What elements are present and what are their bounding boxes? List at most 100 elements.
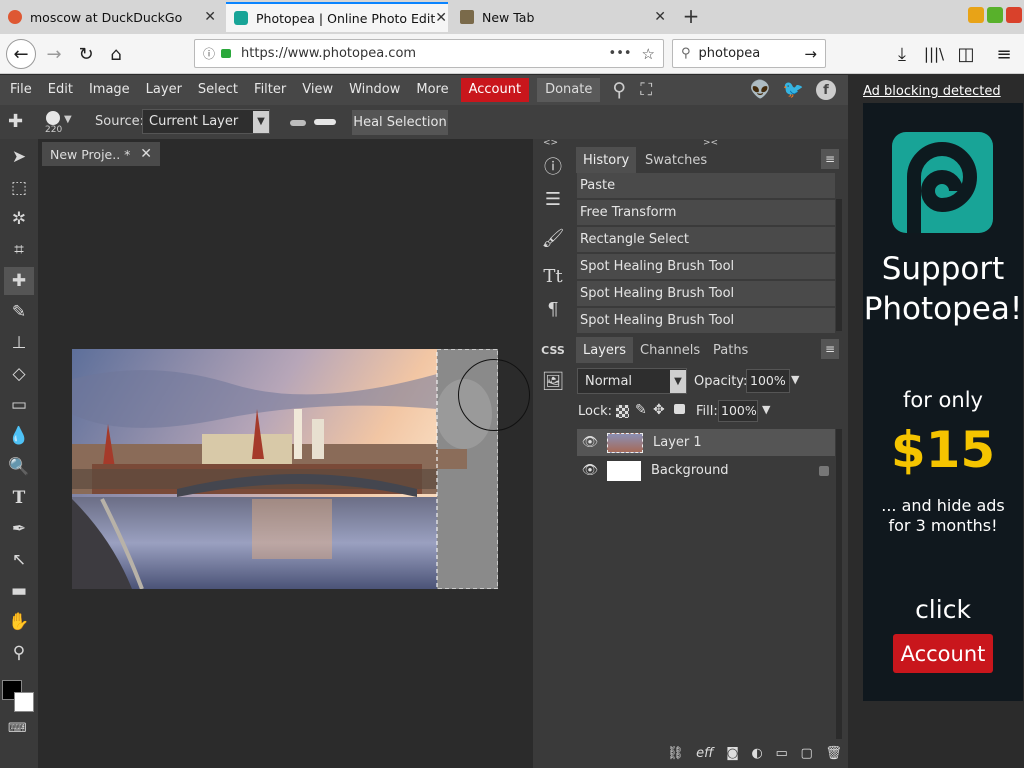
effects-icon[interactable]: eff [696,746,713,761]
brush-settings-icon[interactable]: 🖌 [537,223,569,253]
crop-tool-icon[interactable]: ⌗ [4,236,34,264]
visibility-eye-icon[interactable]: 👁 [577,435,603,450]
tab-photopea[interactable]: Photopea | Online Photo Edit ✕ [226,2,448,32]
opacity-input[interactable]: 100% [746,369,790,393]
back-arrow-icon[interactable]: ← [6,39,36,69]
new-layer-icon[interactable]: ▢ [800,746,812,761]
source-select[interactable]: Current Layer ▼ [142,109,270,134]
layer-row-background[interactable]: 👁 Background [577,457,835,484]
layer-row-layer-1[interactable]: 👁 Layer 1 [577,429,835,456]
tab-new-tab[interactable]: New Tab ✕ [452,2,674,32]
zoom-tool-icon[interactable]: ⚲ [4,639,34,667]
shape-tool-icon[interactable]: ▬ [4,577,34,605]
url-text[interactable]: https://www.photopea.com [241,46,416,61]
chevron-down-icon[interactable]: ▼ [253,110,269,133]
info-icon[interactable]: ⓘ [203,45,215,62]
blur-tool-icon[interactable]: 💧 [4,422,34,450]
visibility-eye-icon[interactable]: 👁 [577,463,603,478]
lock-position-icon[interactable]: ✥ [653,402,665,418]
tab-layers[interactable]: Layers [576,337,634,363]
opacity-dropdown-icon[interactable]: ▼ [791,373,799,386]
character-icon[interactable]: Tt [537,261,569,291]
account-button[interactable]: Account [460,78,530,102]
sample-mode-1-icon[interactable] [290,120,306,126]
paragraph-icon[interactable]: ¶ [537,294,569,324]
ad-banner[interactable]: Support Photopea! for only $15 ... and h… [863,103,1023,701]
spot-healing-tool-icon[interactable]: ✚ [8,111,36,135]
rectangle-select-tool-icon[interactable]: ⬚ [4,174,34,202]
bookmark-star-icon[interactable]: ☆ [642,45,655,63]
keyboard-icon[interactable]: ⌨ [8,721,27,736]
tab-duckduckgo[interactable]: moscow at DuckDuckGo ✕ [0,2,224,32]
adjustment-layer-icon[interactable]: ◐ [752,746,763,761]
pen-tool-icon[interactable]: ✒ [4,515,34,543]
maximize-window-button[interactable] [987,7,1003,23]
menu-file[interactable]: File [2,78,40,102]
reload-icon[interactable]: ↻ [74,42,98,66]
ad-account-button[interactable]: Account [893,634,993,673]
home-icon[interactable]: ⌂ [104,42,128,66]
clone-stamp-tool-icon[interactable]: ⊥ [4,329,34,357]
menu-layer[interactable]: Layer [138,78,190,102]
info-icon[interactable]: ⓘ [537,151,569,181]
close-tab-icon[interactable]: ✕ [654,9,666,25]
layers-scrollbar[interactable] [836,429,842,739]
hand-tool-icon[interactable]: ✋ [4,608,34,636]
link-layers-icon[interactable]: ⛓ [667,746,684,761]
history-item[interactable]: Spot Healing Brush Tool [577,254,835,280]
tab-channels[interactable]: Channels [633,337,707,363]
chevron-down-icon[interactable]: ▼ [670,369,686,393]
brush-tool-icon[interactable]: ✎ [4,298,34,326]
background-color-swatch[interactable] [14,692,34,712]
magic-wand-tool-icon[interactable]: ✲ [4,205,34,233]
tab-swatches[interactable]: Swatches [638,147,714,173]
page-actions-icon[interactable]: ••• [609,46,632,61]
collapse-strip-icon[interactable]: <> [543,138,558,148]
layers-panel-menu-icon[interactable]: ≡ [821,339,839,359]
sample-mode-2-icon[interactable] [314,119,336,125]
heal-selection-button[interactable]: Heal Selection [352,110,448,135]
fullscreen-icon[interactable]: ⛶ [640,80,652,100]
history-item[interactable]: Free Transform [577,200,835,226]
history-scrollbar[interactable] [836,199,842,331]
donate-button[interactable]: Donate [537,78,601,102]
menu-edit[interactable]: Edit [40,78,81,102]
close-window-button[interactable] [1006,7,1022,23]
dodge-tool-icon[interactable]: 🔍 [4,453,34,481]
new-folder-icon[interactable]: ▭ [776,746,788,761]
twitter-icon[interactable]: 🐦 [783,80,804,100]
search-go-arrow-icon[interactable]: → [804,45,817,63]
healing-brush-tool-icon[interactable]: ✚ [4,267,34,295]
library-icon[interactable]: |||\ [922,42,946,66]
image-canvas[interactable] [72,349,498,589]
fill-dropdown-icon[interactable]: ▼ [762,403,770,416]
blend-mode-select[interactable]: Normal ▼ [577,368,687,394]
adjustments-icon[interactable]: ☰ [537,184,569,214]
minimize-window-button[interactable] [968,7,984,23]
history-item[interactable]: Paste [577,173,835,199]
path-select-tool-icon[interactable]: ↖ [4,546,34,574]
new-tab-button[interactable]: + [680,4,702,28]
facebook-icon[interactable]: f [816,80,836,100]
move-tool-icon[interactable]: ➤ [4,143,34,171]
eraser-tool-icon[interactable]: ◇ [4,360,34,388]
forward-arrow-icon[interactable]: → [42,42,66,66]
delete-layer-icon[interactable]: 🗑 [825,746,842,761]
history-panel-menu-icon[interactable]: ≡ [821,149,839,169]
lock-pixels-icon[interactable]: ✎ [635,402,647,418]
chevron-down-icon[interactable]: ▼ [64,114,72,125]
reddit-icon[interactable]: 👽 [750,80,771,100]
mask-icon[interactable]: ◙ [726,746,739,761]
history-item[interactable]: Spot Healing Brush Tool [577,281,835,307]
search-input[interactable]: photopea [699,46,761,61]
tab-paths[interactable]: Paths [706,337,755,363]
close-document-icon[interactable]: ✕ [140,146,152,162]
close-tab-icon[interactable]: ✕ [204,9,216,25]
downloads-icon[interactable]: ⤓ [890,42,914,66]
fill-input[interactable]: 100% [718,400,758,422]
hamburger-menu-icon[interactable]: ≡ [992,42,1016,66]
sidebar-toggle-icon[interactable]: ◫ [954,42,978,66]
search-icon[interactable]: ⚲ [612,79,626,101]
url-bar[interactable]: ⓘ https://www.photopea.com ••• ☆ [194,39,664,68]
brush-preset-icon[interactable] [46,111,60,125]
